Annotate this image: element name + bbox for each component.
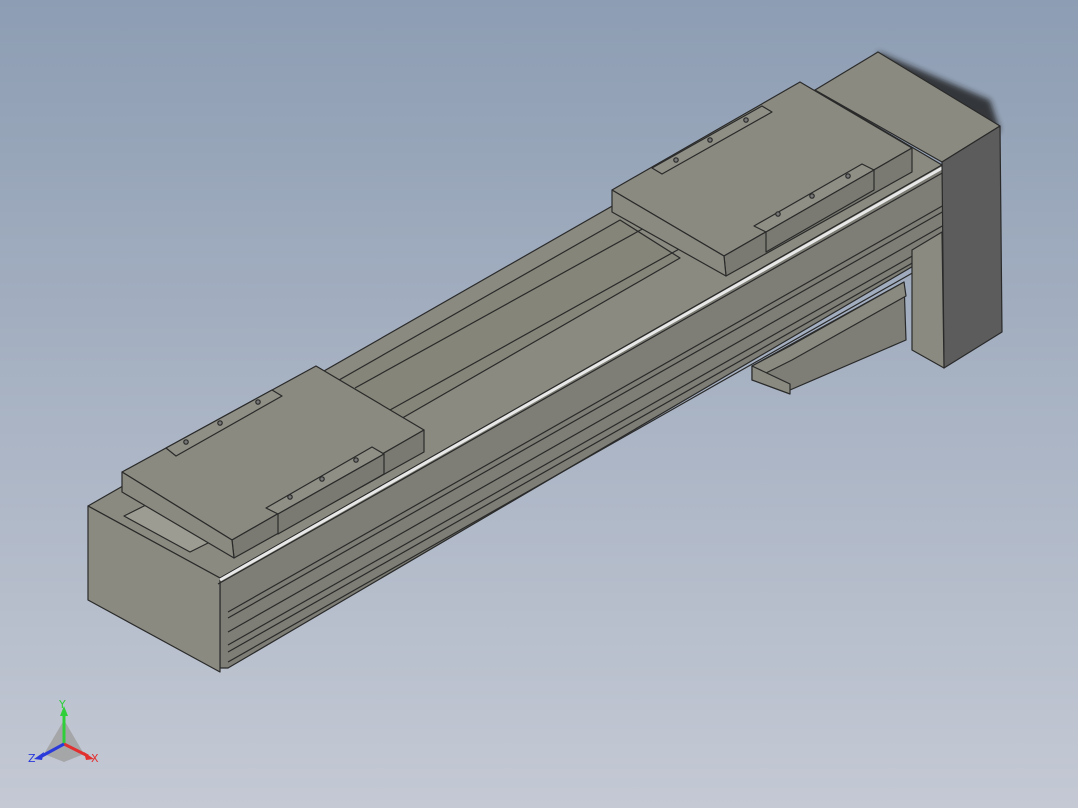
bolt-hole xyxy=(319,476,325,482)
bolt-hole xyxy=(673,157,679,163)
triad-x-label: X xyxy=(91,752,99,765)
bolt-hole xyxy=(183,439,189,445)
bolt-hole xyxy=(255,399,261,405)
bolt-hole xyxy=(287,494,293,500)
motor-front xyxy=(911,231,945,369)
triad-z-label: Z xyxy=(28,752,36,765)
triad-y-label: Y xyxy=(58,698,66,711)
3d-viewport[interactable]: Y X Z xyxy=(0,0,1078,808)
bolt-hole xyxy=(217,420,223,426)
model-canvas[interactable]: Y X Z xyxy=(0,0,1078,808)
bolt-hole xyxy=(775,211,781,217)
bolt-hole xyxy=(845,173,851,179)
bolt-hole xyxy=(707,137,713,143)
bolt-hole xyxy=(743,117,749,123)
bolt-hole xyxy=(809,193,815,199)
bolt-hole xyxy=(353,457,359,463)
motor-side xyxy=(941,125,1003,369)
